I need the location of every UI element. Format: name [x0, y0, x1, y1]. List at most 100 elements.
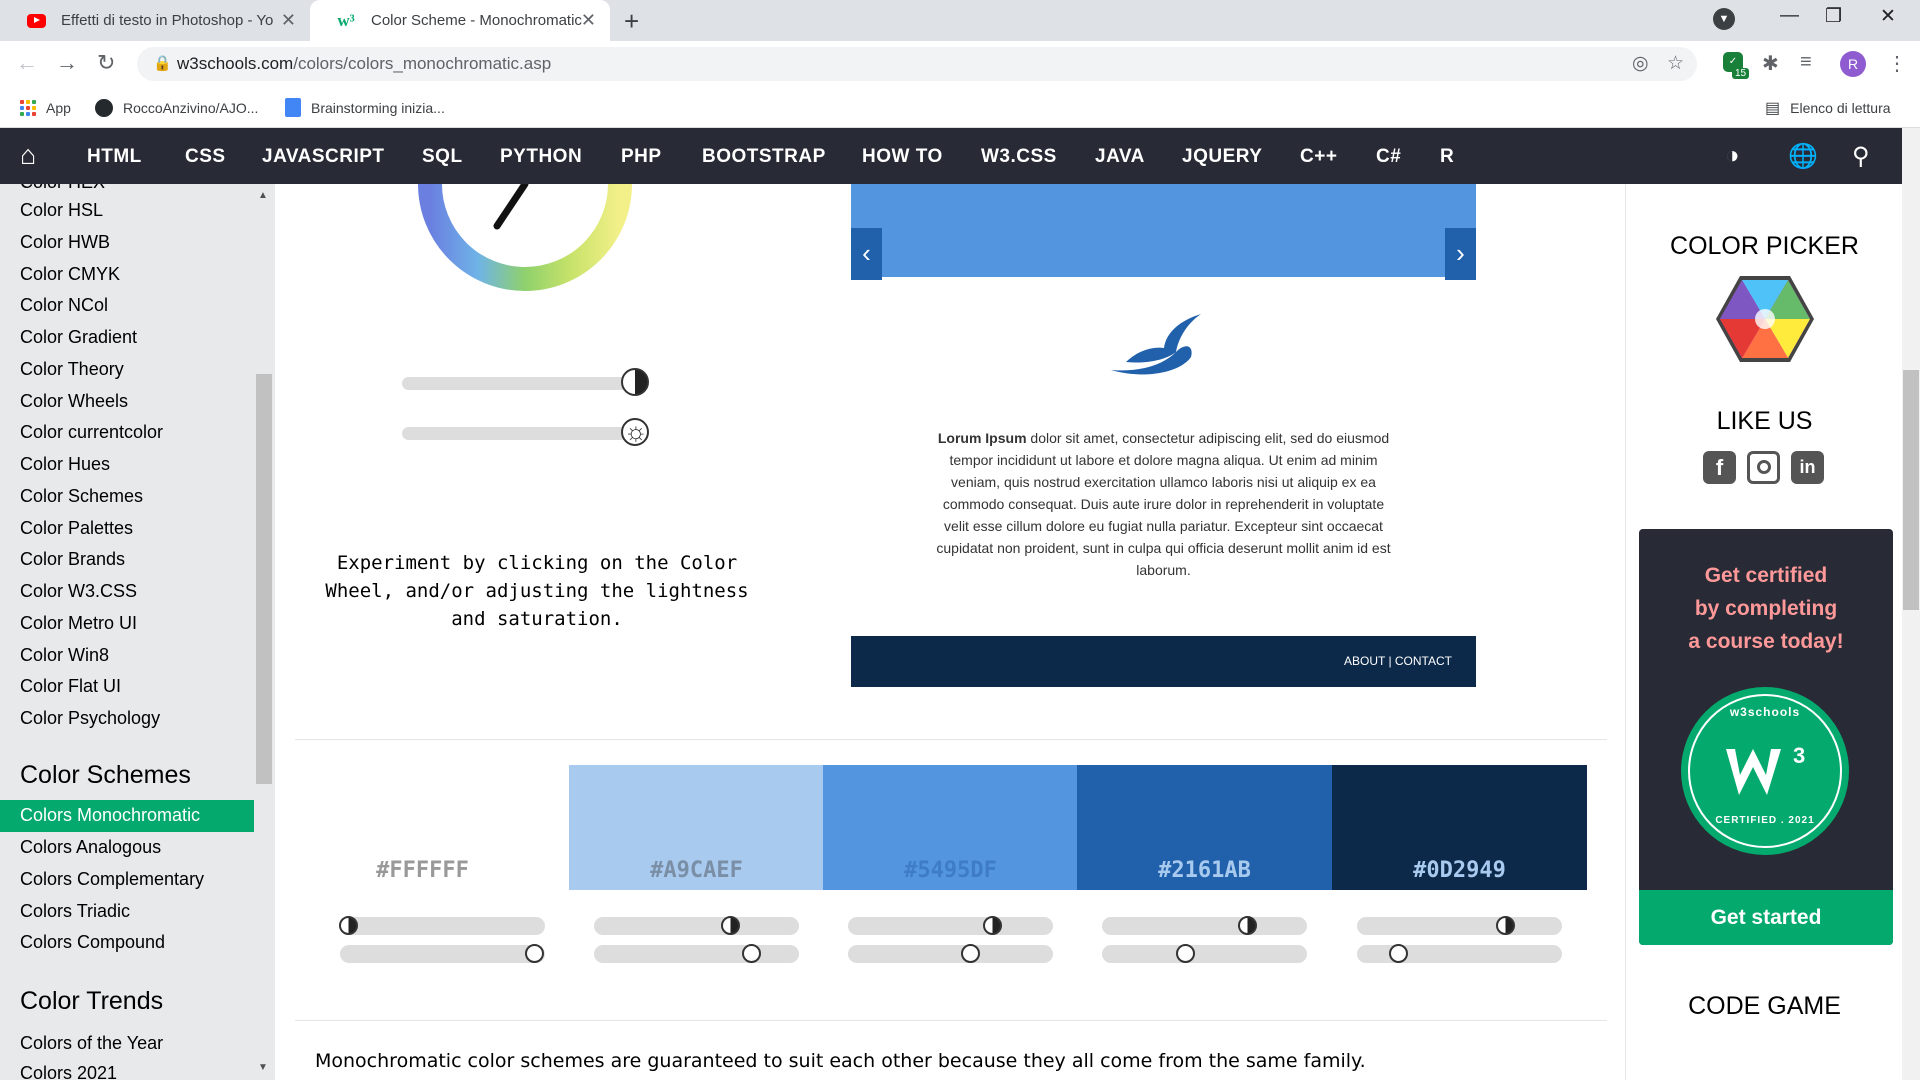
url-text[interactable]: w3schools.com/colors/colors_monochromati… — [177, 54, 551, 74]
menu-icon[interactable]: ⋮ — [1887, 51, 1907, 76]
sidebar-item[interactable]: Color Win8 — [20, 645, 109, 666]
sidebar-item[interactable]: Colors Analogous — [20, 837, 161, 858]
sidebar-item[interactable]: Color currentcolor — [20, 422, 163, 443]
sidebar-item[interactable]: Color Theory — [20, 359, 124, 380]
brightness-icon[interactable] — [621, 416, 649, 447]
next-arrow-icon[interactable]: › — [1445, 228, 1476, 280]
sidebar-item[interactable]: Colors Triadic — [20, 901, 130, 922]
bookmark-github[interactable]: RoccoAnzivino/AJO... — [95, 87, 258, 128]
sidebar-item[interactable]: Color Metro UI — [20, 613, 137, 634]
sidebar-item[interactable]: Color HSL — [20, 200, 103, 221]
nav-sql[interactable]: SQL — [422, 128, 463, 184]
globe-icon[interactable]: 🌐 — [1788, 142, 1818, 171]
bookmark-apps[interactable]: App — [20, 87, 71, 128]
swatch-lightness-slider[interactable] — [1357, 917, 1562, 935]
color-swatch[interactable]: #5495DF — [823, 765, 1078, 890]
color-swatch[interactable]: #0D2949 — [1332, 765, 1587, 890]
reload-icon[interactable]: ↻ — [97, 50, 115, 76]
sidebar-item[interactable]: Colors Compound — [20, 932, 165, 953]
nav-javascript[interactable]: JAVASCRIPT — [262, 128, 385, 184]
swatch-lightness-slider[interactable] — [594, 917, 799, 935]
sidebar-item[interactable]: Color Schemes — [20, 486, 143, 507]
nav-php[interactable]: PHP — [621, 128, 662, 184]
sidebar-item[interactable]: Colors 2021 — [20, 1063, 117, 1080]
nav-r[interactable]: R — [1440, 128, 1454, 184]
address-bar[interactable]: 🔒 w3schools.com/colors/colors_monochroma… — [137, 47, 1697, 81]
sidebar-scroll-thumb[interactable] — [256, 374, 272, 784]
puzzle-icon[interactable]: ✱ — [1762, 51, 1779, 76]
sidebar-item[interactable]: Color NCol — [20, 295, 108, 316]
sidebar-item[interactable]: Colors of the Year — [20, 1033, 163, 1054]
sidebar-item[interactable]: Color CMYK — [20, 264, 120, 285]
close-tab-icon[interactable]: ✕ — [281, 10, 296, 31]
sidebar-item[interactable]: Colors Complementary — [20, 869, 204, 890]
bookmark-brainstorming[interactable]: Brainstorming inizia... — [285, 87, 445, 128]
contrast-icon[interactable] — [983, 916, 1002, 935]
color-swatch[interactable]: #FFFFFF — [295, 765, 550, 890]
sidebar-item[interactable]: Color Brands — [20, 549, 125, 570]
nav-jquery[interactable]: JQUERY — [1182, 128, 1262, 184]
swatch-saturation-slider[interactable] — [340, 945, 545, 963]
tab-search-icon[interactable]: ▼ — [1713, 8, 1735, 30]
brightness-icon[interactable] — [525, 944, 544, 963]
lock-icon[interactable]: 🔒 — [153, 54, 172, 72]
scroll-down-icon[interactable]: ▼ — [258, 1062, 268, 1073]
sidebar-item[interactable]: Color W3.CSS — [20, 581, 137, 602]
color-wheel[interactable] — [405, 184, 645, 304]
new-tab-icon[interactable]: + — [624, 6, 639, 37]
forward-icon[interactable]: → — [56, 50, 78, 76]
nav-cpp[interactable]: C++ — [1300, 128, 1337, 184]
back-icon[interactable]: ← — [16, 50, 38, 76]
swatch-saturation-slider[interactable] — [1357, 945, 1562, 963]
page-scroll-thumb[interactable] — [1903, 370, 1919, 610]
get-started-button[interactable]: Get started — [1639, 890, 1893, 945]
brightness-icon[interactable] — [742, 944, 761, 963]
reading-list[interactable]: ▤ Elenco di lettura — [1765, 87, 1891, 128]
sidebar-item[interactable]: Color Flat UI — [20, 676, 121, 697]
close-window-icon[interactable]: ✕ — [1880, 5, 1896, 28]
sidebar-item-active[interactable]: Colors Monochromatic — [20, 805, 200, 826]
sidebar-item[interactable]: Color HWB — [20, 232, 110, 253]
swatch-saturation-slider[interactable] — [848, 945, 1053, 963]
swatch-lightness-slider[interactable] — [340, 917, 545, 935]
linkedin-icon[interactable]: in — [1791, 451, 1824, 484]
nav-python[interactable]: PYTHON — [500, 128, 582, 184]
media-queue-icon[interactable]: ≡ — [1800, 51, 1812, 74]
home-icon[interactable]: ⌂ — [20, 140, 36, 171]
brightness-icon[interactable] — [1389, 944, 1408, 963]
sidebar-item[interactable]: Color Psychology — [20, 708, 160, 729]
swatch-lightness-slider[interactable] — [1102, 917, 1307, 935]
contrast-icon[interactable] — [721, 916, 740, 935]
lightness-slider[interactable] — [402, 377, 627, 390]
contrast-icon[interactable] — [621, 368, 649, 396]
nav-bootstrap[interactable]: BOOTSTRAP — [702, 128, 826, 184]
nav-java[interactable]: JAVA — [1095, 128, 1145, 184]
instagram-icon[interactable] — [1747, 451, 1780, 484]
swatch-saturation-slider[interactable] — [594, 945, 799, 963]
close-tab-icon[interactable]: ✕ — [581, 10, 596, 31]
dark-mode-icon[interactable]: ◑ — [1725, 142, 1740, 170]
brightness-icon[interactable] — [1176, 944, 1195, 963]
restore-icon[interactable]: ❐ — [1825, 5, 1842, 28]
color-swatch[interactable]: #2161AB — [1077, 765, 1332, 890]
sidebar-item[interactable]: Color Wheels — [20, 391, 128, 412]
scroll-up-icon[interactable]: ▲ — [258, 190, 268, 201]
contrast-icon[interactable] — [1496, 916, 1515, 935]
footer-links[interactable]: ABOUT | CONTACT — [1344, 654, 1452, 668]
contrast-icon[interactable] — [339, 916, 358, 935]
color-picker-icon[interactable] — [1716, 276, 1814, 362]
star-icon[interactable]: ☆ — [1667, 52, 1684, 75]
nav-css[interactable]: CSS — [185, 128, 226, 184]
sidebar-item-color-hex[interactable]: Color HEX — [20, 184, 105, 193]
nav-html[interactable]: HTML — [87, 128, 142, 184]
swatch-saturation-slider[interactable] — [1102, 945, 1307, 963]
facebook-icon[interactable]: f — [1703, 451, 1736, 484]
nav-how-to[interactable]: HOW TO — [862, 128, 943, 184]
tab-youtube[interactable]: Effetti di testo in Photoshop - Yo ✕ — [0, 0, 310, 41]
avatar[interactable]: R — [1840, 51, 1866, 77]
brightness-icon[interactable] — [961, 944, 980, 963]
sidebar-item[interactable]: Color Palettes — [20, 518, 133, 539]
nav-w3css[interactable]: W3.CSS — [981, 128, 1057, 184]
eye-off-icon[interactable]: ◎ — [1632, 52, 1649, 75]
swatch-lightness-slider[interactable] — [848, 917, 1053, 935]
